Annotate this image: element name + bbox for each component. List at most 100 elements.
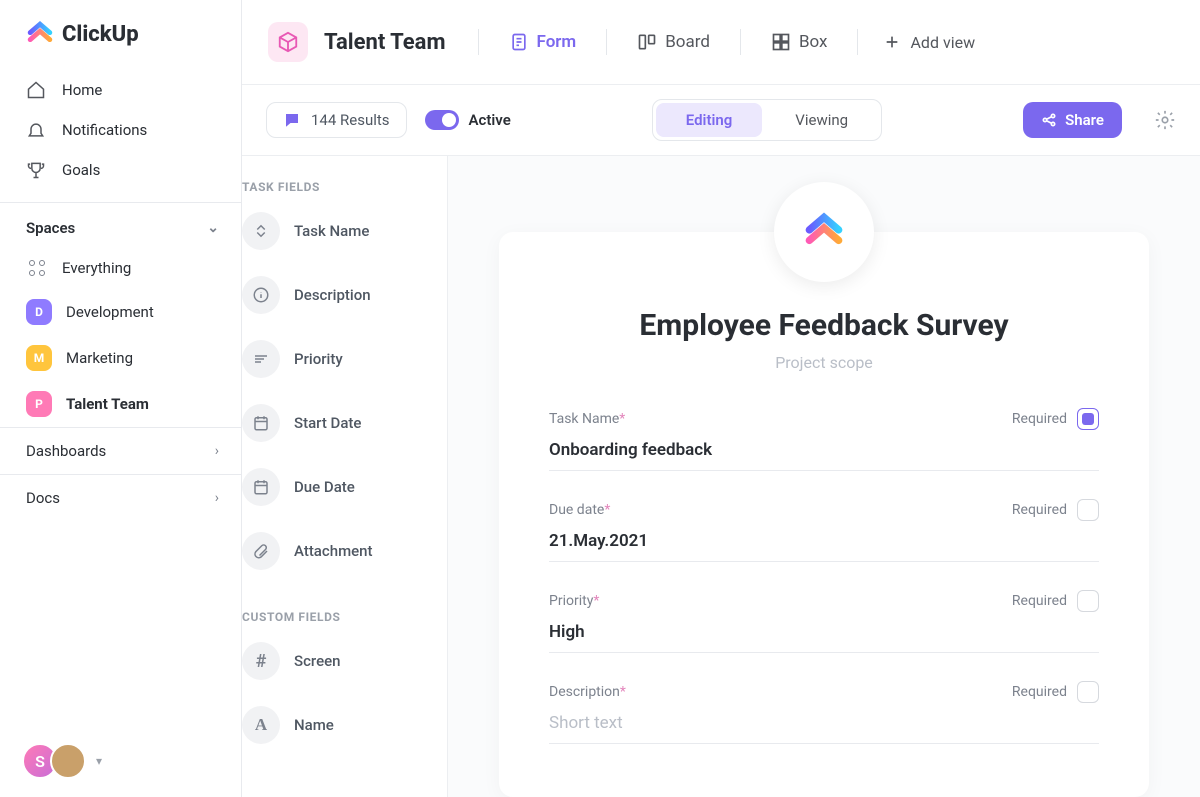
- priority-icon: [242, 340, 280, 378]
- view-tab-box[interactable]: Box: [757, 32, 842, 52]
- comment-icon: [283, 111, 301, 129]
- field-label: Task Name: [294, 222, 369, 240]
- field-value[interactable]: 21.May.2021: [549, 531, 1099, 562]
- form-title[interactable]: Employee Feedback Survey: [549, 308, 1099, 343]
- field-label: Name: [294, 716, 334, 734]
- nav-label: Home: [62, 81, 102, 99]
- results-chip[interactable]: 144 Results: [266, 102, 407, 138]
- active-label: Active: [469, 111, 511, 129]
- nav-goals[interactable]: Goals: [0, 150, 241, 190]
- box-icon: [771, 32, 791, 52]
- switch-icon: [425, 110, 459, 130]
- field-value[interactable]: Onboarding feedback: [549, 440, 1099, 471]
- space-icon: [268, 22, 308, 62]
- required-checkbox[interactable]: [1077, 590, 1099, 612]
- logo[interactable]: ClickUp: [0, 0, 241, 66]
- task-fields-header: TASK FIELDS: [242, 174, 447, 206]
- form-card: Employee Feedback Survey Project scope T…: [499, 232, 1149, 797]
- chevron-down-icon: ⌄: [207, 220, 219, 236]
- sidebar-item-everything[interactable]: Everything: [0, 247, 241, 289]
- space-badge-icon: D: [26, 299, 52, 325]
- required-label: Required: [1012, 411, 1067, 427]
- attachment-icon: [242, 532, 280, 570]
- form-field-due-date[interactable]: Due date* Required 21.May.2021: [549, 499, 1099, 562]
- letter-icon: A: [242, 706, 280, 744]
- spaces-header[interactable]: Spaces ⌄: [0, 203, 241, 247]
- sidebar-dashboards[interactable]: Dashboards ›: [0, 427, 241, 474]
- avatar: [50, 743, 86, 779]
- bell-icon: [26, 120, 46, 140]
- view-tab-label: Box: [799, 32, 828, 52]
- field-label: Priority: [294, 350, 343, 368]
- sidebar-docs[interactable]: Docs ›: [0, 474, 241, 521]
- sidebar-item-development[interactable]: D Development: [0, 289, 241, 335]
- field-name[interactable]: A Name: [242, 700, 447, 764]
- space-label: Development: [66, 303, 154, 321]
- required-label: Required: [1012, 684, 1067, 700]
- user-avatars[interactable]: S ▾: [0, 725, 241, 797]
- space-badge-icon: M: [26, 345, 52, 371]
- field-description[interactable]: Description: [242, 270, 447, 334]
- clickup-logo-icon: [803, 211, 845, 253]
- clickup-logo-icon: [26, 20, 54, 48]
- required-checkbox[interactable]: [1077, 408, 1099, 430]
- sort-icon: [242, 212, 280, 250]
- form-field-description[interactable]: Description* Required Short text: [549, 681, 1099, 744]
- field-label: Due date*: [549, 502, 610, 518]
- nav-home[interactable]: Home: [0, 70, 241, 110]
- board-icon: [637, 32, 657, 52]
- fields-panel: TASK FIELDS Task Name Description Priori…: [242, 156, 448, 797]
- nav-label: Goals: [62, 161, 100, 179]
- hash-icon: #: [242, 642, 280, 680]
- field-label: Attachment: [294, 542, 373, 560]
- caret-down-icon: ▾: [96, 754, 102, 768]
- view-tab-board[interactable]: Board: [623, 32, 724, 52]
- required-checkbox[interactable]: [1077, 681, 1099, 703]
- field-label: Due Date: [294, 478, 355, 496]
- space-label: Talent Team: [66, 395, 149, 413]
- field-start-date[interactable]: Start Date: [242, 398, 447, 462]
- trophy-icon: [26, 160, 46, 180]
- form-subtitle[interactable]: Project scope: [549, 353, 1099, 372]
- form-logo[interactable]: [774, 182, 874, 282]
- required-checkbox[interactable]: [1077, 499, 1099, 521]
- sidebar-item-marketing[interactable]: M Marketing: [0, 335, 241, 381]
- spaces-header-label: Spaces: [26, 219, 75, 237]
- page-title: Talent Team: [324, 30, 446, 55]
- share-button[interactable]: Share: [1023, 102, 1122, 138]
- nav-label: Notifications: [62, 121, 147, 139]
- space-label: Everything: [62, 259, 131, 277]
- gear-icon[interactable]: [1154, 109, 1176, 131]
- field-placeholder[interactable]: Short text: [549, 713, 1099, 744]
- add-view-label: Add view: [910, 33, 975, 52]
- field-priority[interactable]: Priority: [242, 334, 447, 398]
- mode-segmented-control: Editing Viewing: [652, 99, 882, 141]
- info-icon: [242, 276, 280, 314]
- active-toggle[interactable]: Active: [425, 110, 511, 130]
- field-task-name[interactable]: Task Name: [242, 206, 447, 270]
- brand-name: ClickUp: [62, 22, 139, 47]
- form-icon: [509, 32, 529, 52]
- calendar-icon: [242, 468, 280, 506]
- nav-notifications[interactable]: Notifications: [0, 110, 241, 150]
- dashboards-label: Dashboards: [26, 442, 106, 460]
- sidebar-item-talent-team[interactable]: P Talent Team: [0, 381, 241, 427]
- field-screen[interactable]: # Screen: [242, 636, 447, 700]
- add-view-button[interactable]: Add view: [874, 33, 985, 52]
- editing-button[interactable]: Editing: [656, 103, 763, 137]
- docs-label: Docs: [26, 489, 60, 507]
- topbar: Talent Team Form Board Box Add view: [242, 0, 1200, 85]
- field-attachment[interactable]: Attachment: [242, 526, 447, 590]
- everything-icon: [26, 257, 48, 279]
- sidebar: ClickUp Home Notifications Goals Spaces …: [0, 0, 242, 797]
- chevron-right-icon: ›: [215, 443, 219, 459]
- custom-fields-header: CUSTOM FIELDS: [242, 604, 447, 636]
- view-tab-form[interactable]: Form: [495, 32, 591, 52]
- field-due-date[interactable]: Due Date: [242, 462, 447, 526]
- viewing-button[interactable]: Viewing: [765, 103, 878, 137]
- calendar-icon: [242, 404, 280, 442]
- field-value[interactable]: High: [549, 622, 1099, 653]
- form-field-task-name[interactable]: Task Name* Required Onboarding feedback: [549, 408, 1099, 471]
- form-field-priority[interactable]: Priority* Required High: [549, 590, 1099, 653]
- home-icon: [26, 80, 46, 100]
